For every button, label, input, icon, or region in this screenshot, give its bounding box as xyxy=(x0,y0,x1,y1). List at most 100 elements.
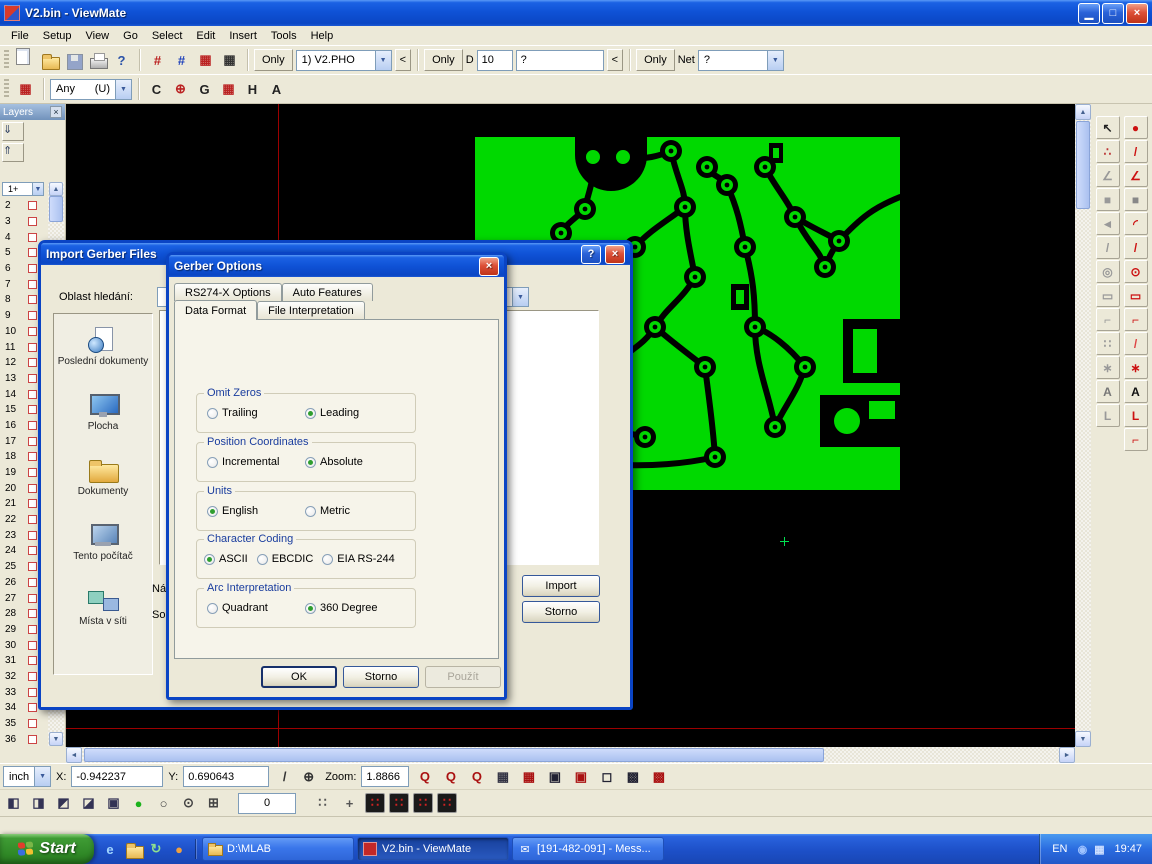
chevron-down-icon[interactable] xyxy=(115,80,131,99)
pattern2-icon[interactable]: ∷ xyxy=(389,793,409,813)
prev-dcode-button[interactable]: < xyxy=(607,49,623,71)
circle-tool-icon[interactable]: ⊙ xyxy=(1124,260,1148,283)
select-filter-icon[interactable]: ∴ xyxy=(1096,140,1120,163)
snap-marker-icon[interactable]: + xyxy=(338,792,361,815)
circle-filter-icon[interactable]: ⊙ xyxy=(177,792,200,815)
chevron-down-icon[interactable] xyxy=(32,183,43,195)
any-filter-combo[interactable]: Any (U) xyxy=(50,79,132,100)
zoom-all-icon[interactable]: Q xyxy=(465,765,488,788)
vertical-scrollbar[interactable] xyxy=(1075,104,1091,747)
layer-color-swatch[interactable] xyxy=(28,311,37,320)
place-network[interactable]: Místa v síti xyxy=(54,586,152,648)
highlight-icon[interactable]: ▩ xyxy=(647,765,670,788)
layer-color-swatch[interactable] xyxy=(28,499,37,508)
pad-fill-icon[interactable]: ▣ xyxy=(543,765,566,788)
open-file-icon[interactable] xyxy=(38,49,61,72)
dcode-grid-icon[interactable]: ▦ xyxy=(14,78,37,101)
star-tool-icon[interactable]: ∗ xyxy=(1124,356,1148,379)
layer-color-swatch[interactable] xyxy=(28,641,37,650)
dcode-input[interactable]: 10 xyxy=(477,50,513,71)
only-layer-button[interactable]: Only xyxy=(254,49,293,71)
taskbar-task[interactable]: ✉[191-482-091] - Mess... xyxy=(512,837,664,861)
scrollbar-thumb[interactable] xyxy=(1076,121,1090,209)
ie-icon[interactable]: e xyxy=(100,839,120,859)
l-shape-tool-icon[interactable]: L xyxy=(1124,404,1148,427)
ok-button[interactable]: OK xyxy=(261,666,337,688)
radio-icon[interactable] xyxy=(305,408,316,419)
dots-gray-icon[interactable]: ∷ xyxy=(1096,332,1120,355)
layer-color-swatch[interactable] xyxy=(28,546,37,555)
window-icon[interactable]: ◪ xyxy=(77,792,100,815)
save-icon[interactable] xyxy=(62,49,85,72)
scroll-left-icon[interactable] xyxy=(66,747,82,763)
layer-row[interactable]: 35 xyxy=(0,716,46,732)
taskbar-task[interactable]: D:\MLAB xyxy=(202,837,354,861)
taskbar-task[interactable]: V2.bin - ViewMate xyxy=(357,837,509,861)
radio-icon[interactable] xyxy=(207,603,218,614)
selection-filter-icon[interactable]: ▩ xyxy=(621,765,644,788)
menu-tools[interactable]: Tools xyxy=(264,28,304,44)
slope-tool-icon[interactable]: / xyxy=(1124,236,1148,259)
radio-incremental[interactable]: Incremental xyxy=(207,456,291,468)
layer-color-swatch[interactable] xyxy=(28,421,37,430)
chevron-down-icon[interactable] xyxy=(767,51,783,70)
toolbar-grip[interactable] xyxy=(4,50,9,70)
layer-color-swatch[interactable] xyxy=(28,578,37,587)
tab-rs274-x-options[interactable]: RS274-X Options xyxy=(174,283,282,301)
print-icon[interactable] xyxy=(86,49,109,72)
layer-color-swatch[interactable] xyxy=(28,672,37,681)
layer-color-swatch[interactable] xyxy=(28,719,37,728)
tab-data-format[interactable]: Data Format xyxy=(174,300,257,320)
import-close-button[interactable]: × xyxy=(605,245,625,264)
radio-ebcdic[interactable]: EBCDIC xyxy=(257,553,314,565)
corner-gray-icon[interactable]: L xyxy=(1096,404,1120,427)
menu-file[interactable]: File xyxy=(4,28,36,44)
net-combo[interactable]: ? xyxy=(698,50,784,71)
layer-color-swatch[interactable] xyxy=(28,688,37,697)
layer-color-swatch[interactable] xyxy=(28,562,37,571)
menu-edit[interactable]: Edit xyxy=(189,28,222,44)
tab-file-interpretation[interactable]: File Interpretation xyxy=(257,301,365,319)
browser-icon[interactable]: ● xyxy=(169,839,189,859)
minimize-button[interactable]: ▁ xyxy=(1078,3,1100,24)
pad-bottom-layer-icon[interactable]: # xyxy=(170,49,193,72)
new-file-icon[interactable] xyxy=(14,59,37,61)
route-tool-icon[interactable]: ⌐ xyxy=(1124,428,1148,451)
gerber-close-button[interactable]: × xyxy=(479,257,499,276)
dcode-display-icon[interactable]: ▦ xyxy=(517,765,540,788)
radio-icon[interactable] xyxy=(305,457,316,468)
language-indicator[interactable]: EN xyxy=(1052,843,1067,855)
only-net-button[interactable]: Only xyxy=(636,49,675,71)
layers-close-icon[interactable]: × xyxy=(50,106,62,118)
scrollbar-thumb[interactable] xyxy=(49,196,63,222)
radio-icon[interactable] xyxy=(305,506,316,517)
g-tool-icon[interactable]: G xyxy=(193,78,216,101)
radio-icon[interactable] xyxy=(204,554,215,565)
menu-help[interactable]: Help xyxy=(304,28,341,44)
tile-vertical-icon[interactable]: ◨ xyxy=(27,792,50,815)
tab-auto-features[interactable]: Auto Features xyxy=(282,283,373,301)
pad-outline-icon[interactable]: ◻ xyxy=(595,765,618,788)
layer-combo[interactable]: 1) V2.PHO xyxy=(296,50,392,71)
horizontal-scrollbar[interactable] xyxy=(66,747,1075,763)
h-tool-icon[interactable]: H xyxy=(241,78,264,101)
pad-top-layer-icon[interactable]: # xyxy=(146,49,169,72)
import-cancel-button[interactable]: Storno xyxy=(522,601,600,623)
place-desktop[interactable]: Plocha xyxy=(54,391,152,453)
radio-icon[interactable] xyxy=(322,554,333,565)
radio-trailing[interactable]: Trailing xyxy=(207,407,291,419)
input-tray-icon[interactable]: ▦ xyxy=(1091,841,1107,857)
dashed-tool-icon[interactable]: / xyxy=(1124,332,1148,355)
star-gray-icon[interactable]: ∗ xyxy=(1096,356,1120,379)
grid-display-icon[interactable]: ▦ xyxy=(491,765,514,788)
apply-button[interactable]: Použít xyxy=(425,666,501,688)
scroll-up-icon[interactable] xyxy=(1075,104,1091,120)
scroll-up-icon[interactable] xyxy=(49,182,63,196)
menu-insert[interactable]: Insert xyxy=(222,28,264,44)
chevron-down-icon[interactable] xyxy=(34,767,50,786)
layer-color-swatch[interactable] xyxy=(28,201,37,210)
radio-eia-rs-244[interactable]: EIA RS-244 xyxy=(322,553,394,565)
refresh-icon[interactable]: ↻ xyxy=(146,839,166,859)
line-tool-icon[interactable]: / xyxy=(1124,140,1148,163)
layer-color-swatch[interactable] xyxy=(28,280,37,289)
